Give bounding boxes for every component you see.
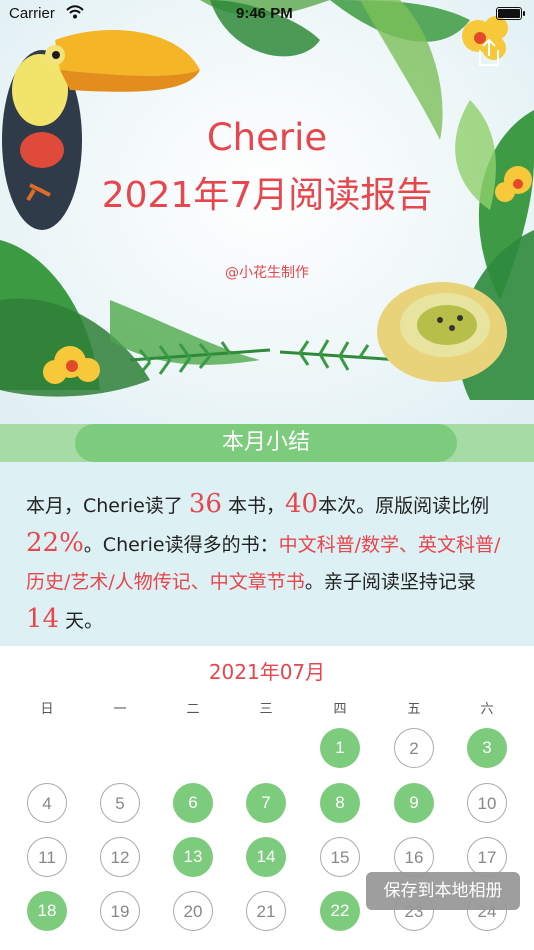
calendar-day-read[interactable]: 9	[394, 783, 434, 823]
weekday-header: 二	[186, 702, 200, 717]
calendar-day-read[interactable]: 13	[173, 837, 213, 877]
calendar-day[interactable]: 15	[320, 837, 360, 877]
wifi-icon	[66, 5, 84, 19]
calendar-day-read[interactable]: 8	[320, 783, 360, 823]
author-credit: @小花生制作	[225, 265, 309, 281]
calendar-day[interactable]: 4	[27, 783, 67, 823]
summary-text-part: 天。	[65, 610, 104, 632]
monthly-summary: 本月小结 本月，Cherie读了 36 本书，40本次。原版阅读比例 22%。Ch…	[0, 424, 534, 646]
report-title: 2021年7月阅读报告	[101, 175, 433, 216]
report-banner: Cherie 2021年7月阅读报告 @小花生制作	[0, 0, 534, 424]
calendar-day[interactable]: 5	[100, 783, 140, 823]
calendar-day-read[interactable]: 18	[27, 891, 67, 931]
summary-text-part: 本月，Cherie读了	[26, 495, 183, 517]
calendar-day[interactable]: 17	[467, 837, 507, 877]
summary-text-part: 。Cherie读得多的书：	[83, 534, 279, 556]
streak-days: 14	[26, 604, 60, 634]
weekday-header: 日	[40, 702, 54, 717]
calendar-day-read[interactable]: 3	[467, 728, 507, 768]
carrier-label: Carrier	[9, 5, 55, 22]
calendar-day[interactable]: 12	[100, 837, 140, 877]
weekday-header: 五	[407, 702, 421, 717]
calendar-day-read[interactable]: 6	[173, 783, 213, 823]
battery-icon	[496, 7, 525, 20]
books-count: 36	[188, 489, 222, 519]
weekday-header: 六	[480, 702, 494, 717]
status-bar: Carrier 9:46 PM	[0, 0, 534, 28]
weekday-header: 四	[333, 702, 347, 717]
summary-heading: 本月小结	[75, 424, 457, 462]
calendar-day-read[interactable]: 1	[320, 728, 360, 768]
original-ratio: 22%	[26, 528, 84, 558]
weekday-header: 三	[259, 702, 273, 717]
save-to-album-button[interactable]: 保存到本地相册	[366, 872, 520, 910]
calendar-day[interactable]: 21	[246, 891, 286, 931]
reads-count: 40	[284, 489, 319, 519]
calendar-day[interactable]: 11	[27, 837, 67, 877]
calendar-day[interactable]: 19	[100, 891, 140, 931]
summary-text-part: 。亲子阅读坚持记录	[304, 571, 476, 593]
calendar-day-read[interactable]: 14	[246, 837, 286, 877]
summary-text-part: 本次。原版阅读比例	[318, 495, 490, 517]
calendar-day[interactable]: 2	[394, 728, 434, 768]
summary-text: 本月，Cherie读了 36 本书，40本次。原版阅读比例 22%。Cherie读…	[26, 486, 508, 640]
report-title-name: Cherie	[206, 116, 328, 159]
calendar-day[interactable]: 16	[394, 837, 434, 877]
weekday-header: 一	[113, 702, 127, 717]
calendar-day[interactable]: 10	[467, 783, 507, 823]
calendar-day-read[interactable]: 22	[320, 891, 360, 931]
share-icon[interactable]	[476, 38, 502, 68]
calendar-month: 2021年07月	[208, 660, 326, 684]
calendar-day-read[interactable]: 7	[246, 783, 286, 823]
calendar-day[interactable]: 20	[173, 891, 213, 931]
clock: 9:46 PM	[236, 5, 293, 22]
summary-text-part: 本书，	[227, 495, 285, 517]
